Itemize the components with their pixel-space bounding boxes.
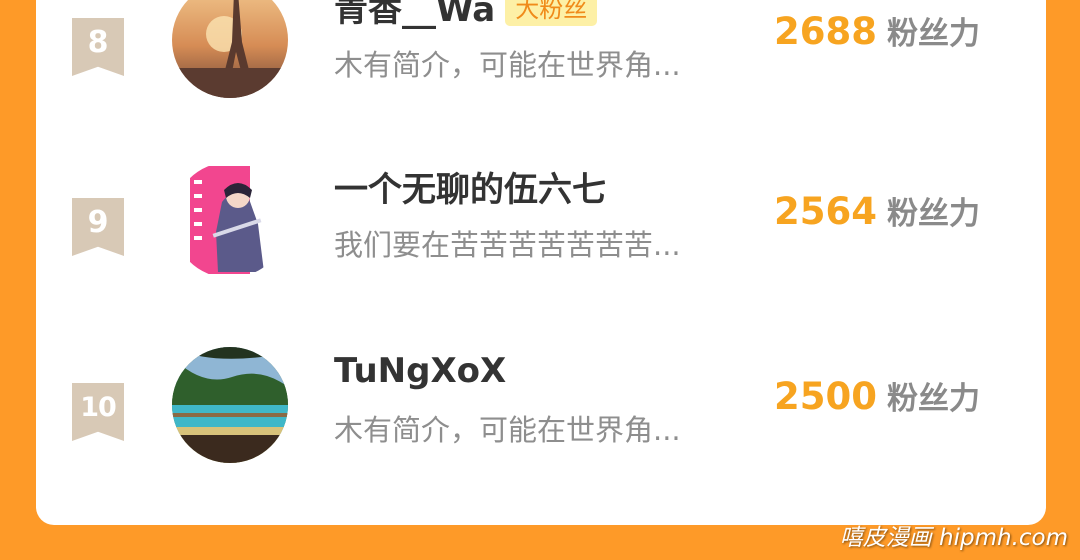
avatar[interactable] — [172, 347, 288, 463]
ranking-row[interactable]: 10 TuNgXoX 木有简介，可能在世界角... 2500 粉丝力 — [36, 347, 1046, 495]
avatar[interactable] — [172, 162, 288, 278]
fan-level-badge: 大粉丝 — [505, 0, 598, 26]
fan-power-value: 2564 — [774, 190, 877, 233]
ranking-row[interactable]: 9 一个无聊的伍六七 我们要在苦苦苦苦苦苦苦... 2564 粉丝力 — [36, 162, 1046, 310]
fan-power-unit: 粉丝力 — [886, 196, 980, 232]
user-name[interactable]: TuNgXoX — [334, 351, 506, 391]
user-name-line: 一个无聊的伍六七 — [334, 162, 606, 210]
user-name-line: TuNgXoX — [334, 347, 506, 395]
user-intro: 我们要在苦苦苦苦苦苦苦... — [334, 228, 681, 262]
fan-power: 2500 粉丝力 — [774, 373, 980, 418]
user-intro: 木有简介，可能在世界角... — [334, 413, 681, 447]
avatar-eiffel-sunset-image — [172, 0, 288, 98]
rank-ribbon: 10 — [72, 383, 124, 441]
ranking-row[interactable]: 8 青香__Wa 大粉丝 木有简介，可能在世界角... 2688 粉丝力 — [36, 0, 1046, 130]
fan-power: 2688 粉丝力 — [774, 8, 980, 53]
user-name[interactable]: 青香__Wa — [334, 0, 495, 31]
user-name[interactable]: 一个无聊的伍六七 — [334, 162, 606, 211]
rank-ribbon: 8 — [72, 18, 124, 76]
user-name-line: 青香__Wa 大粉丝 — [334, 0, 598, 31]
avatar-lake-landscape-image — [172, 347, 288, 463]
avatar-anime-character-image — [172, 162, 288, 278]
site-watermark: 嘻皮漫画 hipmh.com — [839, 525, 1068, 551]
fan-power-value: 2500 — [774, 375, 877, 418]
fan-power: 2564 粉丝力 — [774, 188, 980, 233]
fan-power-unit: 粉丝力 — [886, 381, 980, 417]
fan-ranking-card: 8 青香__Wa 大粉丝 木有简介，可能在世界角... 2688 粉丝力 9 一… — [36, 0, 1046, 525]
avatar[interactable] — [172, 0, 288, 98]
fan-power-value: 2688 — [774, 10, 877, 53]
user-intro: 木有简介，可能在世界角... — [334, 48, 681, 82]
fan-power-unit: 粉丝力 — [886, 16, 980, 52]
rank-ribbon: 9 — [72, 198, 124, 256]
